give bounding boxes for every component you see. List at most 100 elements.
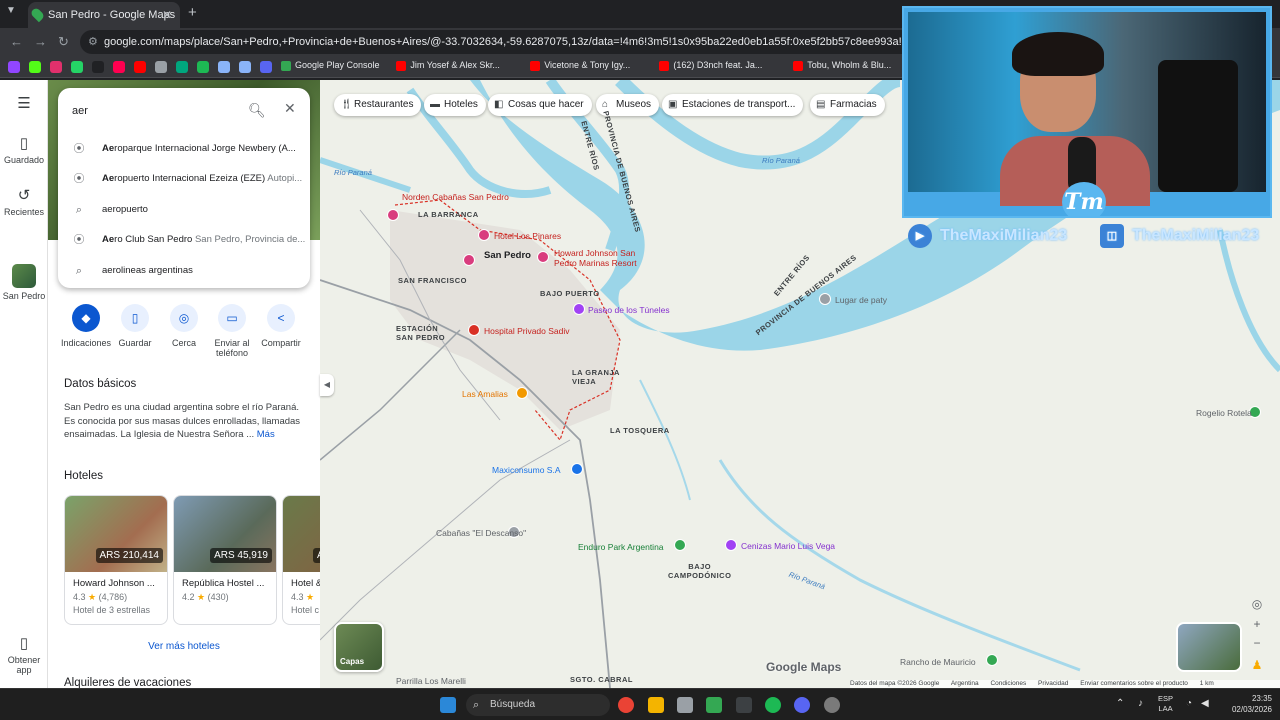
pin-hotel-pinares[interactable] [478,229,490,241]
excel-icon[interactable] [706,697,722,713]
menu-button[interactable]: ☰ [0,94,48,115]
hotel-card[interactable]: ARS 210,414 Howard Johnson ... 4.3 ★ (4,… [64,495,168,625]
tab-close-icon[interactable]: ✕ [162,2,172,28]
recent-place-san-pedro[interactable]: San Pedro [0,264,48,301]
suggestion-item[interactable]: ⦿ Aero Club San Pedro San Pedro, Provinci… [58,225,310,255]
capcut-icon[interactable] [736,697,752,713]
pegman-icon[interactable]: ♟ [1248,656,1266,674]
bookmark-icon[interactable] [71,61,83,73]
suggestion-item[interactable]: ⦿ Aeroparque Internacional Jorge Newbery … [58,134,310,164]
country-label[interactable]: Argentina [951,680,979,687]
directions-button[interactable]: ◆ Indicaciones [58,304,114,348]
bookmark-item[interactable]: (162) D3nch feat. Ja... [659,60,762,71]
bookmark-item[interactable]: Google Play Console [281,60,380,71]
pin-paseo[interactable] [573,303,585,315]
bookmark-icon[interactable] [113,61,125,73]
bookmark-icon[interactable] [29,61,41,73]
pin-norden[interactable] [387,209,399,221]
suggestion-item[interactable]: ⌕ aerolineas argentinas [58,256,310,286]
discord-icon[interactable] [794,697,810,713]
taskbar-search[interactable]: ⌕ Búsqueda [466,694,610,716]
new-tab-icon[interactable]: + [188,4,197,21]
pin-lugar-paty[interactable] [819,293,831,305]
chip-things-to-do[interactable]: ◧ Cosas que hacer [488,94,592,116]
get-app-button[interactable]: ▯ Obtener app [0,634,48,675]
chrome-icon[interactable] [618,697,634,713]
saved-button[interactable]: ▯ Guardado [0,134,48,165]
recent-button[interactable]: ↺ Recientes [0,186,48,217]
share-button[interactable]: < Compartir [253,304,309,348]
bookmark-item[interactable]: Jim Yosef & Alex Skr... [396,60,500,71]
forward-icon[interactable]: → [34,34,47,49]
pin-san-pedro[interactable] [463,254,475,266]
terms-link[interactable]: Condiciones [990,680,1026,687]
tab-google-maps[interactable]: San Pedro - Google Maps ✕ [28,2,180,28]
scale-bar[interactable]: 1 km [1200,680,1214,687]
place-hospital[interactable]: Hospital Privado Sadiv [484,326,570,336]
pin-enduro[interactable] [674,539,686,551]
bookmark-icon[interactable] [155,61,167,73]
place-hotel-pinares[interactable]: Hotel Los Pinares [494,231,561,241]
place-maxiconsumo[interactable]: Maxiconsumo S.A [492,465,561,475]
zoom-out-icon[interactable]: − [1248,634,1266,652]
place-mauricio[interactable]: Rancho de Mauricio [900,657,976,667]
more-hotels-link[interactable]: Ver más hoteles [48,641,320,652]
bookmark-icon[interactable] [50,61,62,73]
zoom-in-icon[interactable]: + [1248,615,1266,633]
bookmark-icon[interactable] [218,61,230,73]
volume-icon[interactable]: ◀ [1201,698,1209,709]
bookmark-icon[interactable] [239,61,251,73]
store-icon[interactable] [677,697,693,713]
close-icon[interactable]: ✕ [284,100,296,117]
place-lugar-paty[interactable]: Lugar de paty [835,295,887,305]
hotel-card[interactable]: ARS 45,919 República Hostel ... 4.2 ★ (4… [173,495,277,625]
pin-maxiconsumo[interactable] [571,463,583,475]
back-icon[interactable]: ← [10,34,23,49]
pin-mauricio[interactable] [986,654,998,666]
place-rogelio[interactable]: Rogelio Rotela [1196,408,1252,418]
place-parrilla[interactable]: Parrilla Los Marelli [396,676,466,686]
search-input[interactable] [72,100,232,122]
network-icon[interactable]: ◔ [1186,698,1192,709]
pin-hospital[interactable] [468,324,480,336]
send-to-phone-button[interactable]: ▭ Enviar al teléfono [204,304,260,358]
street-view-thumbnail[interactable] [1176,622,1242,672]
place-amalias[interactable]: Las Amalias [462,389,508,399]
spotify-icon[interactable] [765,697,781,713]
pin-cenizas[interactable] [725,539,737,551]
feedback-link[interactable]: Enviar comentarios sobre el producto [1080,680,1188,687]
place-san-pedro[interactable]: San Pedro [484,250,531,261]
layers-button[interactable]: Capas [334,622,384,672]
bookmark-icon[interactable] [92,61,104,73]
place-descanso[interactable]: Cabañas "El Descanso" [436,528,526,538]
bookmark-icon[interactable] [197,61,209,73]
bookmark-item[interactable]: Vicetone & Tony Igy... [530,60,630,71]
microphone-icon[interactable]: ♪ [1138,698,1143,709]
bookmark-icon[interactable] [176,61,188,73]
tray-overflow-icon[interactable]: ⌃ [1116,698,1124,709]
place-enduro[interactable]: Enduro Park Argentina [578,542,664,552]
bookmark-item[interactable]: Tobu, Wholm & Blu... [793,60,891,71]
start-icon[interactable] [440,697,456,713]
search-icon[interactable]: 🔍︎ [248,102,266,119]
chip-transit[interactable]: ▣ Estaciones de transport... [662,94,804,116]
steam-icon[interactable] [824,697,840,713]
pin-amalias[interactable] [516,387,528,399]
site-info-icon[interactable]: ⚙ [88,30,98,54]
chip-pharmacies[interactable]: ▤ Farmacias [810,94,885,116]
place-paseo[interactable]: Paseo de los Túneles [588,305,670,315]
chip-restaurants[interactable]: 🍴︎ Restaurantes [334,94,422,116]
bookmark-icon[interactable] [8,61,20,73]
file-explorer-icon[interactable] [648,697,664,713]
tab-search-icon[interactable]: ▼ [6,5,16,16]
hotel-card[interactable]: A Hotel & ... 4.3 ★ Hotel c [282,495,320,625]
save-button[interactable]: ▯ Guardar [107,304,163,348]
more-link[interactable]: Más [257,429,275,440]
clock[interactable]: 23:35 02/03/2026 [1232,693,1272,715]
chip-hotels[interactable]: ▬ Hoteles [424,94,486,116]
suggestion-item[interactable]: ⌕ aeropuerto [58,195,310,225]
place-norden[interactable]: Norden Cabañas San Pedro [402,192,509,202]
place-howard[interactable]: Howard Johnson San Pedro Marinas Resort [554,248,637,268]
my-location-icon[interactable]: ◎ [1248,595,1266,613]
bookmark-icon[interactable] [260,61,272,73]
